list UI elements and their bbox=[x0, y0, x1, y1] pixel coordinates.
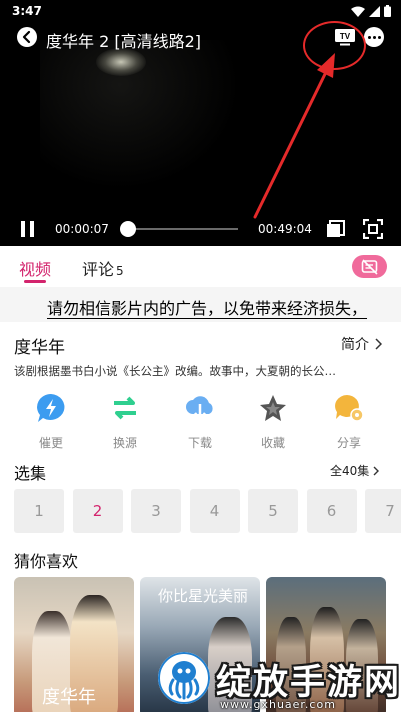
episodes-title: 选集 bbox=[14, 464, 47, 483]
episode-item[interactable]: 7 bbox=[365, 489, 401, 533]
notice-text: 请勿相信影片内的广告，以免带来经济损失， bbox=[47, 299, 368, 318]
episode-item[interactable]: 6 bbox=[306, 489, 357, 533]
seek-handle[interactable] bbox=[120, 221, 137, 237]
favorite-button[interactable]: 收藏 bbox=[243, 392, 303, 451]
total-time: 00:49:04 bbox=[258, 222, 312, 236]
chevron-right-icon bbox=[375, 338, 382, 350]
lightning-bubble-icon bbox=[37, 394, 65, 422]
action-label: 收藏 bbox=[260, 436, 285, 450]
fullscreen-icon[interactable] bbox=[363, 219, 383, 239]
star-icon bbox=[260, 395, 286, 421]
urge-update-button[interactable]: 催更 bbox=[21, 392, 81, 451]
episode-list: 1234567 bbox=[14, 489, 401, 533]
video-player[interactable]: 3:47 度华年 2 [高清线路2] TV 00:00:07 00:49:04 bbox=[0, 0, 401, 246]
current-time: 00:00:07 bbox=[55, 222, 109, 236]
all-episodes-label: 全40集 bbox=[330, 464, 370, 478]
comment-count: 5 bbox=[116, 264, 124, 278]
player-controls: 00:00:07 00:49:04 bbox=[0, 212, 401, 244]
picture-in-picture-icon[interactable] bbox=[326, 220, 345, 238]
share-button[interactable]: 分享 bbox=[319, 392, 379, 451]
episode-item[interactable]: 2 bbox=[72, 489, 123, 533]
pause-button[interactable] bbox=[21, 221, 35, 237]
switch-source-button[interactable]: 换源 bbox=[95, 392, 155, 451]
tab-video[interactable]: 视频 bbox=[19, 256, 51, 280]
share-bubble-icon bbox=[335, 395, 364, 422]
poster-caption: 你比星光美丽 bbox=[158, 587, 249, 605]
danmaku-off-icon bbox=[361, 258, 378, 275]
swap-arrows-icon bbox=[114, 396, 136, 420]
poster-card[interactable]: 度华年 bbox=[14, 577, 134, 712]
site-watermark: 绽放手游网 www.gxhuaer.com bbox=[150, 652, 400, 712]
seek-bar[interactable] bbox=[128, 228, 238, 230]
tab-bar: 视频 评论 5 bbox=[0, 246, 401, 286]
synopsis: 该剧根据墨书白小说《长公主》改编。故事中，大夏朝的长公… bbox=[14, 364, 336, 378]
action-label: 分享 bbox=[336, 436, 361, 450]
action-row: 催更 换源 下载 收藏 分享 bbox=[0, 392, 401, 452]
show-title: 度华年 bbox=[14, 338, 65, 358]
download-button[interactable]: 下载 bbox=[170, 392, 230, 451]
recommend-title: 猜你喜欢 bbox=[14, 552, 79, 571]
intro-label: 简介 bbox=[341, 337, 369, 353]
action-label: 催更 bbox=[38, 436, 63, 450]
watermark-url: www.gxhuaer.com bbox=[220, 698, 336, 711]
cloud-download-icon bbox=[186, 396, 213, 421]
episode-item[interactable]: 1 bbox=[14, 489, 64, 533]
episode-item[interactable]: 3 bbox=[131, 489, 181, 533]
notice-marquee: 请勿相信影片内的广告，以免带来经济损失， bbox=[0, 287, 401, 322]
chevron-right-icon bbox=[373, 466, 380, 475]
action-label: 换源 bbox=[112, 436, 137, 450]
octopus-logo-icon bbox=[158, 652, 210, 704]
danmaku-toggle-button[interactable] bbox=[352, 255, 387, 278]
all-episodes-link[interactable]: 全40集 bbox=[330, 462, 380, 479]
tab-comments[interactable]: 评论 5 bbox=[82, 256, 124, 280]
app-screen: 3:47 度华年 2 [高清线路2] TV 00:00:07 00:49:04 … bbox=[0, 0, 401, 712]
poster-caption: 度华年 bbox=[42, 687, 96, 708]
tab-comments-label: 评论 bbox=[82, 260, 115, 279]
annotation-arrow bbox=[253, 53, 335, 219]
episode-item[interactable]: 4 bbox=[189, 489, 240, 533]
intro-link[interactable]: 简介 bbox=[341, 334, 382, 354]
tab-active-indicator bbox=[24, 280, 46, 283]
action-label: 下载 bbox=[187, 436, 212, 450]
episode-item[interactable]: 5 bbox=[248, 489, 298, 533]
